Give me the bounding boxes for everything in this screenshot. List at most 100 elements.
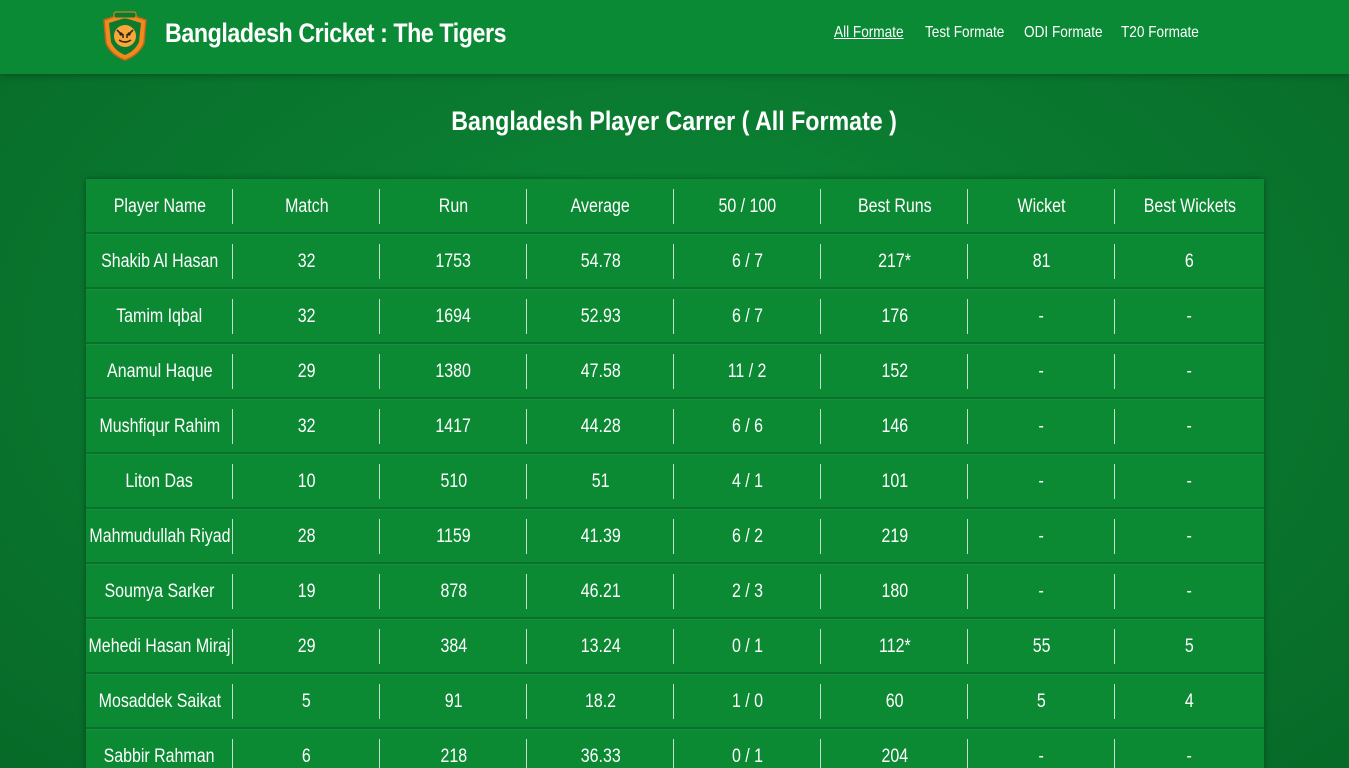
cell-wicket: - <box>968 564 1115 619</box>
table-row: Mehedi Hasan Miraj 29 384 13.24 0 / 1 11… <box>86 619 1264 674</box>
header-fifty-hundred: 50 / 100 <box>674 179 821 234</box>
cell-wicket: - <box>968 399 1115 454</box>
cell-fifty-hundred: 0 / 1 <box>674 619 821 674</box>
cell-match: 32 <box>233 234 380 289</box>
cell-best-runs: 112* <box>821 619 968 674</box>
cell-best-wickets: - <box>1186 745 1193 767</box>
cell-best-wickets: - <box>1186 580 1193 602</box>
cell-fifty-hundred: 6 / 2 <box>674 509 821 564</box>
table-row: Mosaddek Saikat 5 91 18.2 1 / 0 60 5 4 <box>86 674 1264 729</box>
header-run: Run <box>380 179 527 234</box>
table-row: Tamim Iqbal 32 1694 52.93 6 / 7 176 - - <box>86 289 1264 344</box>
nav-t20-formate[interactable]: T20 Formate <box>1121 24 1199 42</box>
cell-player-name: Sabbir Rahman <box>86 729 233 768</box>
cell-best-runs: 152 <box>821 344 968 399</box>
cell-best-wickets: - <box>1186 415 1193 437</box>
cell-average: 51 <box>527 454 674 509</box>
cell-run: 878 <box>380 564 527 619</box>
cell-run: 384 <box>380 619 527 674</box>
cell-fifty-hundred: 0 / 1 <box>674 729 821 768</box>
cell-wicket: - <box>968 509 1115 564</box>
cell-run: 1753 <box>380 234 527 289</box>
cell-wicket: - <box>968 344 1115 399</box>
header-player-name: Player Name <box>86 179 233 234</box>
cell-fifty-hundred: 6 / 6 <box>674 399 821 454</box>
cell-match: 29 <box>233 619 380 674</box>
cell-wicket: - <box>968 729 1115 768</box>
header-average: Average <box>527 179 674 234</box>
player-career-table: Player Name Match Run Average 50 / 100 B… <box>86 179 1264 768</box>
cell-average: 18.2 <box>527 674 674 729</box>
table-row: Anamul Haque 29 1380 47.58 11 / 2 152 - … <box>86 344 1264 399</box>
cell-best-runs: 176 <box>821 289 968 344</box>
table-row: Shakib Al Hasan 32 1753 54.78 6 / 7 217*… <box>86 234 1264 289</box>
cell-best-runs: 60 <box>821 674 968 729</box>
table-row: Mahmudullah Riyad 28 1159 41.39 6 / 2 21… <box>86 509 1264 564</box>
cell-player-name: Mosaddek Saikat <box>86 674 233 729</box>
navbar: Bangladesh Cricket : The Tigers All Form… <box>0 0 1349 74</box>
cell-best-wickets: - <box>1186 360 1193 382</box>
cell-best-runs: 180 <box>821 564 968 619</box>
cell-fifty-hundred: 2 / 3 <box>674 564 821 619</box>
tiger-emblem-icon[interactable] <box>99 10 151 62</box>
cell-average: 41.39 <box>527 509 674 564</box>
page-title: Bangladesh Player Carrer ( All Formate ) <box>0 106 1349 137</box>
cell-fifty-hundred: 1 / 0 <box>674 674 821 729</box>
table-row: Mushfiqur Rahim 32 1417 44.28 6 / 6 146 … <box>86 399 1264 454</box>
cell-run: 1694 <box>380 289 527 344</box>
cell-average: 52.93 <box>527 289 674 344</box>
cell-best-runs: 219 <box>821 509 968 564</box>
nav-test-formate[interactable]: Test Formate <box>925 24 1004 42</box>
cell-run: 1159 <box>380 509 527 564</box>
cell-wicket: - <box>968 454 1115 509</box>
table-header-row: Player Name Match Run Average 50 / 100 B… <box>86 179 1264 234</box>
cell-average: 44.28 <box>527 399 674 454</box>
cell-best-wickets: 4 <box>1185 690 1194 712</box>
cell-player-name: Mehedi Hasan Miraj <box>86 619 233 674</box>
cell-match: 28 <box>233 509 380 564</box>
cell-fifty-hundred: 6 / 7 <box>674 289 821 344</box>
cell-wicket: 55 <box>968 619 1115 674</box>
header-wicket: Wicket <box>968 179 1115 234</box>
cell-run: 510 <box>380 454 527 509</box>
cell-player-name: Tamim Iqbal <box>86 289 233 344</box>
cell-run: 1380 <box>380 344 527 399</box>
cell-best-wickets: - <box>1186 525 1193 547</box>
cell-best-wickets: - <box>1186 470 1193 492</box>
brand-title[interactable]: Bangladesh Cricket : The Tigers <box>165 18 507 49</box>
cell-average: 36.33 <box>527 729 674 768</box>
nav-odi-formate[interactable]: ODI Formate <box>1024 24 1103 42</box>
cell-match: 29 <box>233 344 380 399</box>
header-match: Match <box>233 179 380 234</box>
nav-all-formate[interactable]: All Formate <box>834 24 904 42</box>
cell-player-name: Soumya Sarker <box>86 564 233 619</box>
cell-player-name: Mushfiqur Rahim <box>86 399 233 454</box>
header-best-wickets: Best Wickets <box>1143 195 1236 217</box>
cell-average: 46.21 <box>527 564 674 619</box>
cell-player-name: Liton Das <box>86 454 233 509</box>
cell-match: 32 <box>233 399 380 454</box>
cell-best-wickets: - <box>1186 305 1193 327</box>
cell-player-name: Anamul Haque <box>86 344 233 399</box>
cell-wicket: 5 <box>968 674 1115 729</box>
cell-match: 10 <box>233 454 380 509</box>
cell-average: 13.24 <box>527 619 674 674</box>
cell-match: 19 <box>233 564 380 619</box>
cell-run: 91 <box>380 674 527 729</box>
cell-match: 5 <box>233 674 380 729</box>
cell-match: 32 <box>233 289 380 344</box>
cell-wicket: - <box>968 289 1115 344</box>
page-title-text: Bangladesh Player Carrer ( All Formate ) <box>451 106 898 136</box>
cell-wicket: 81 <box>968 234 1115 289</box>
cell-best-runs: 204 <box>821 729 968 768</box>
cell-average: 47.58 <box>527 344 674 399</box>
cell-best-wickets: 6 <box>1185 250 1194 272</box>
cell-best-wickets: 5 <box>1185 635 1194 657</box>
cell-fifty-hundred: 11 / 2 <box>674 344 821 399</box>
cell-fifty-hundred: 4 / 1 <box>674 454 821 509</box>
cell-player-name: Mahmudullah Riyad <box>86 509 233 564</box>
cell-best-runs: 101 <box>821 454 968 509</box>
cell-run: 1417 <box>380 399 527 454</box>
table-row: Sabbir Rahman 6 218 36.33 0 / 1 204 - - <box>86 729 1264 768</box>
cell-best-runs: 146 <box>821 399 968 454</box>
